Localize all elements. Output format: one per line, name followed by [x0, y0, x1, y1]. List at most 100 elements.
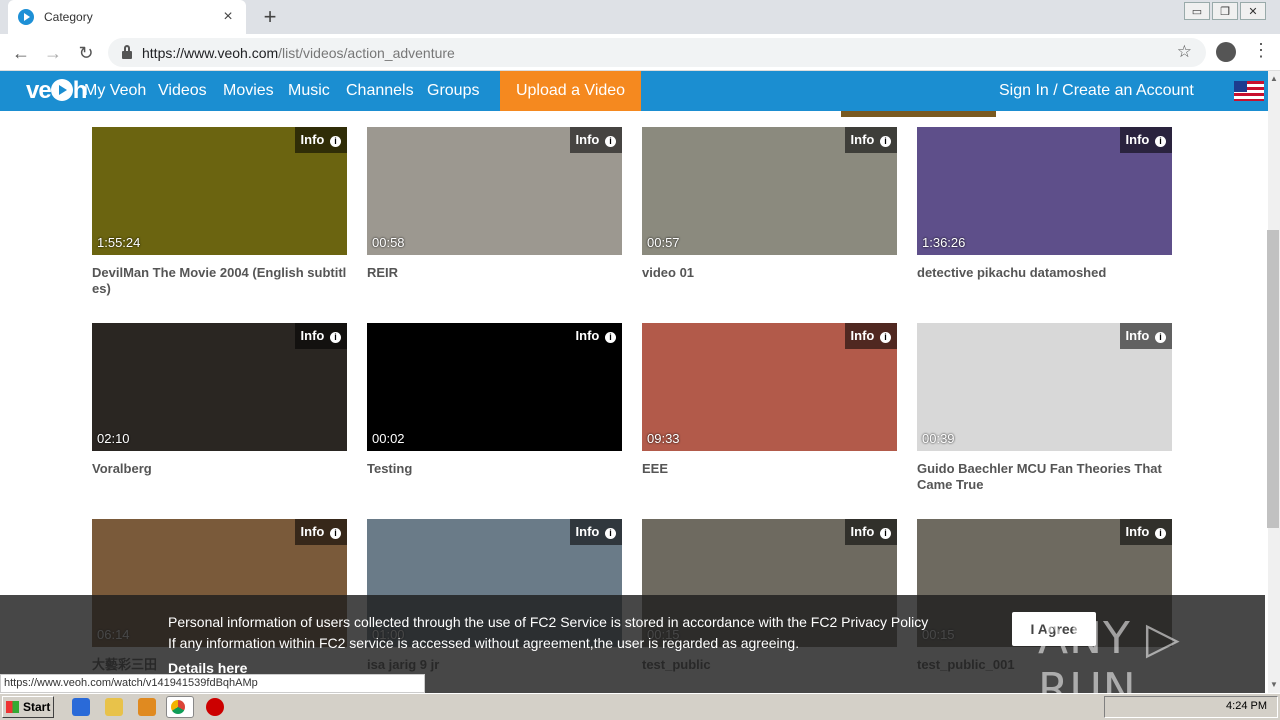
system-tray: 4:24 PM [1104, 696, 1278, 718]
nav-groups[interactable]: Groups [427, 71, 479, 111]
video-card[interactable]: Info i 09:33 EEE [642, 323, 898, 477]
video-card[interactable]: Info i 00:57 video 01 [642, 127, 898, 281]
status-bar-url: https://www.veoh.com/watch/v141941539fdB… [0, 674, 425, 693]
video-thumbnail[interactable]: Info i 00:57 [642, 127, 897, 255]
us-flag-icon[interactable] [1234, 81, 1264, 101]
video-title[interactable]: REIR [367, 265, 623, 281]
info-label: Info [575, 524, 600, 539]
start-button[interactable]: Start [2, 696, 54, 718]
video-duration: 1:55:24 [97, 235, 141, 250]
info-button[interactable]: Info i [1119, 323, 1172, 349]
video-thumbnail[interactable]: Info i 00:58 [367, 127, 622, 255]
video-title[interactable]: Testing [367, 461, 623, 477]
forward-button[interactable]: → [40, 40, 66, 66]
clock: 4:24 PM [1226, 700, 1267, 712]
video-card[interactable]: Info i 00:58 REIR [367, 127, 623, 281]
info-icon: i [880, 136, 891, 147]
video-thumbnail[interactable]: Info i 1:55:24 [92, 127, 347, 255]
info-button[interactable]: Info i [294, 519, 347, 545]
url-text: https://www.veoh.com/list/videos/action_… [142, 45, 455, 61]
video-duration: 00:02 [372, 431, 405, 446]
info-icon: i [1155, 528, 1166, 539]
scroll-down-arrow-icon[interactable]: ▼ [1268, 679, 1280, 691]
chrome-icon [171, 700, 185, 714]
reload-button[interactable]: ↻ [73, 40, 99, 66]
info-label: Info [300, 524, 325, 539]
veoh-logo[interactable]: ve h [26, 77, 87, 105]
video-title[interactable]: DevilMan The Movie 2004 (English subtitl… [92, 265, 348, 297]
nav-my-veoh[interactable]: My Veoh [84, 71, 146, 111]
logo-play-icon [50, 79, 73, 101]
nav-movies[interactable]: Movies [223, 71, 274, 111]
video-card[interactable]: Info i 02:10 Voralberg [92, 323, 348, 477]
video-thumbnail[interactable]: Info i 00:39 [917, 323, 1172, 451]
banner-ad-edge [841, 111, 996, 117]
nav-channels[interactable]: Channels [346, 71, 414, 111]
video-title[interactable]: detective pikachu datamoshed [917, 265, 1173, 281]
info-button[interactable]: Info i [569, 323, 622, 349]
restore-button[interactable]: ❐ [1212, 2, 1238, 20]
info-button[interactable]: Info i [844, 519, 897, 545]
window-controls: ▭ ❐ ✕ [1182, 2, 1266, 20]
upload-video-button[interactable]: Upload a Video [500, 71, 641, 111]
info-icon: i [1155, 332, 1166, 343]
info-button[interactable]: Info i [844, 127, 897, 153]
video-card[interactable]: Info i 00:39 Guido Baechler MCU Fan Theori… [917, 323, 1173, 493]
video-duration: 02:10 [97, 431, 130, 446]
video-card[interactable]: Info i 00:02 Testing [367, 323, 623, 477]
scroll-up-arrow-icon[interactable]: ▲ [1268, 73, 1280, 85]
sign-in-link[interactable]: Sign In / Create an Account [999, 71, 1194, 111]
ie-icon[interactable] [72, 698, 90, 716]
address-bar[interactable]: https://www.veoh.com/list/videos/action_… [108, 38, 1206, 67]
info-label: Info [850, 132, 875, 147]
video-title[interactable]: Voralberg [92, 461, 348, 477]
minimize-button[interactable]: ▭ [1184, 2, 1210, 20]
browser-toolbar: ← → ↻ https://www.veoh.com/list/videos/a… [0, 34, 1280, 71]
nav-music[interactable]: Music [288, 71, 330, 111]
info-button[interactable]: Info i [569, 127, 622, 153]
browser-tab[interactable]: Category × [8, 0, 246, 34]
info-label: Info [575, 328, 600, 343]
media-player-icon[interactable] [138, 698, 156, 716]
video-thumbnail[interactable]: Info i 09:33 [642, 323, 897, 451]
windows-taskbar: Start 4:24 PM [0, 693, 1280, 720]
info-button[interactable]: Info i [844, 323, 897, 349]
video-card[interactable]: Info i 1:36:26 detective pikachu datamoshe… [917, 127, 1173, 281]
close-window-button[interactable]: ✕ [1240, 2, 1266, 20]
info-button[interactable]: Info i [294, 127, 347, 153]
tab-close-icon[interactable]: × [220, 8, 236, 26]
video-thumbnail[interactable]: Info i 00:02 [367, 323, 622, 451]
url-host: https://www.veoh.com [142, 44, 279, 61]
info-icon: i [880, 528, 891, 539]
info-button[interactable]: Info i [294, 323, 347, 349]
info-icon: i [605, 136, 616, 147]
explorer-folder-icon[interactable] [105, 698, 123, 716]
browser-menu-icon[interactable]: ⋮ [1252, 40, 1270, 61]
info-label: Info [575, 132, 600, 147]
info-icon: i [330, 136, 341, 147]
video-title[interactable]: EEE [642, 461, 898, 477]
new-tab-button[interactable]: + [258, 4, 282, 30]
opera-icon[interactable] [206, 698, 224, 716]
video-title[interactable]: Guido Baechler MCU Fan Theories That Cam… [917, 461, 1173, 493]
back-button[interactable]: ← [8, 40, 34, 66]
video-duration: 1:36:26 [922, 235, 966, 250]
video-thumbnail[interactable]: Info i 02:10 [92, 323, 347, 451]
info-label: Info [850, 328, 875, 343]
info-label: Info [1125, 132, 1150, 147]
video-card[interactable]: Info i 1:55:24 DevilMan The Movie 2004 (En… [92, 127, 348, 297]
bookmark-star-icon[interactable]: ☆ [1177, 42, 1192, 62]
info-button[interactable]: Info i [569, 519, 622, 545]
video-title[interactable]: video 01 [642, 265, 898, 281]
info-label: Info [1125, 524, 1150, 539]
info-button[interactable]: Info i [1119, 519, 1172, 545]
nav-videos[interactable]: Videos [158, 71, 207, 111]
account-icon[interactable] [1216, 42, 1236, 62]
info-button[interactable]: Info i [1119, 127, 1172, 153]
video-thumbnail[interactable]: Info i 1:36:26 [917, 127, 1172, 255]
scrollbar-thumb[interactable] [1267, 230, 1279, 528]
video-duration: 00:39 [922, 431, 955, 446]
info-icon: i [1155, 136, 1166, 147]
cookie-text-line2: If any information within FC2 service is… [168, 635, 800, 651]
info-icon: i [605, 332, 616, 343]
